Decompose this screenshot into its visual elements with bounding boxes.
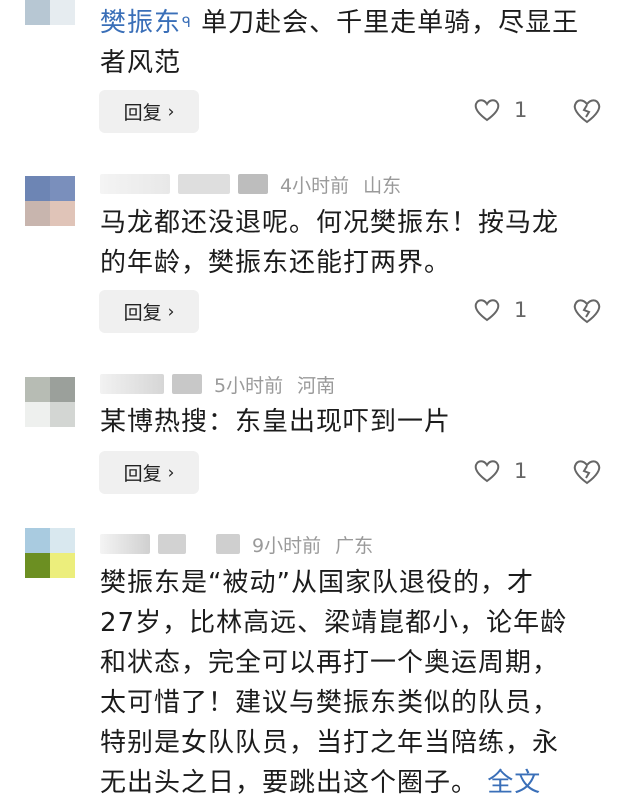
comment-text-line: 特别是女队队员，当打之年当陪练，永 (100, 728, 560, 758)
chevron-right-icon: › (167, 462, 175, 483)
comment-text: 樊振东ᑫ 单刀赴会、千里走单骑，尽显王者风范 (100, 8, 580, 78)
chevron-right-icon: › (167, 301, 175, 322)
comment-meta: 9小时前 广东 (100, 532, 374, 557)
blurred-username (238, 174, 268, 194)
full-text-link[interactable]: 全文 (487, 768, 541, 798)
timestamp: 4小时前 (280, 174, 350, 197)
broken-heart-icon (573, 99, 601, 124)
blurred-username (216, 534, 240, 554)
blurred-username (100, 174, 170, 194)
like-count: 1 (514, 298, 528, 322)
like-button[interactable]: 1 (474, 459, 527, 483)
timestamp: 9小时前 (252, 534, 322, 557)
location: 山东 (363, 174, 402, 197)
comment-text-line: 27岁，比林高远、梁靖崑都小，论年龄 (100, 608, 568, 638)
broken-heart-icon (573, 460, 601, 485)
comment-text: 马龙都还没退呢。何况樊振东！按马龙 的年龄，樊振东还能打两界。 (100, 208, 560, 278)
comment-text-line: 无出头之日，要跳出这个圈子。 全文 (100, 768, 542, 798)
comment-text-line: 樊振东是“被动”从国家队退役的，才 (100, 568, 534, 598)
reply-button[interactable]: 回复 › (99, 90, 199, 133)
blurred-username (178, 174, 230, 194)
comment-text: 某博热搜：东皇出现吓到一片 (100, 407, 452, 437)
like-button[interactable]: 1 (474, 298, 527, 322)
blurred-username (158, 534, 186, 554)
heart-outline-icon (474, 99, 500, 122)
blurred-username (100, 534, 150, 554)
reply-button[interactable]: 回复 › (99, 290, 199, 333)
reply-button[interactable]: 回复 › (99, 451, 199, 494)
avatar[interactable] (25, 528, 75, 578)
dislike-button[interactable] (573, 298, 601, 328)
avatar[interactable] (25, 176, 75, 226)
comment-meta: 5小时前 河南 (100, 372, 336, 397)
comment-text: 樊振东是“被动”从国家队退役的，才 27岁，比林高远、梁靖崑都小，论年龄 和状态，完… (100, 563, 605, 803)
avatar[interactable] (25, 377, 75, 427)
search-icon: ᑫ (182, 15, 192, 31)
comment-meta: 4小时前 山东 (100, 172, 402, 197)
heart-outline-icon (474, 460, 500, 483)
comment-text-line: 太可惜了！建议与樊振东类似的队员， (100, 688, 560, 718)
like-count: 1 (514, 98, 528, 122)
location: 河南 (297, 374, 336, 397)
location: 广东 (335, 534, 374, 557)
like-button[interactable]: 1 (474, 98, 527, 122)
dislike-button[interactable] (573, 98, 601, 128)
author-mention[interactable]: 樊振东ᑫ (100, 8, 192, 38)
dislike-button[interactable] (573, 459, 601, 489)
avatar[interactable] (25, 0, 75, 25)
comment-text-line: 和状态，完全可以再打一个奥运周期， (100, 648, 560, 678)
blurred-username (172, 374, 202, 394)
broken-heart-icon (573, 299, 601, 324)
like-count: 1 (514, 459, 528, 483)
heart-outline-icon (474, 299, 500, 322)
timestamp: 5小时前 (214, 374, 284, 397)
blurred-username (100, 374, 164, 394)
chevron-right-icon: › (167, 101, 175, 122)
